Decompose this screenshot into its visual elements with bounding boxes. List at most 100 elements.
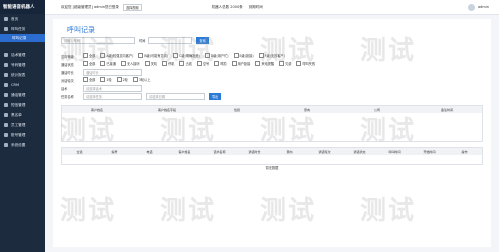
sidebar-item[interactable]: 黑名单	[0, 110, 45, 120]
watermark: 测试	[60, 36, 117, 66]
rounds-row: 对话轮次 全部 1轮 2轮 3轮以上	[61, 77, 155, 83]
avatar[interactable]	[468, 3, 476, 11]
nav-icon	[4, 73, 8, 77]
watermark: 测试	[160, 36, 217, 66]
sidebar-item[interactable]: 呼叫记录	[0, 34, 45, 42]
sidebar-item[interactable]: 系统设置	[0, 140, 45, 150]
time-label: 时间	[139, 39, 146, 43]
table-header-cell: 通话时长	[248, 149, 261, 154]
export-button[interactable]: 导出	[209, 93, 222, 100]
filter-option[interactable]: 1轮	[100, 77, 112, 82]
nav-icon	[4, 17, 8, 21]
task-label: 任务名称	[61, 95, 74, 99]
checkbox[interactable]	[144, 61, 150, 66]
watermark: 测试	[160, 196, 217, 226]
sidebar-item-label: 短信管理	[11, 102, 26, 107]
nav-icon	[4, 123, 8, 127]
sidebar-item[interactable]: 号码管理	[0, 60, 45, 70]
nav-icon	[4, 93, 8, 97]
task-select[interactable]: 请选择任务	[83, 93, 142, 100]
sidebar-item[interactable]: CRM	[0, 80, 45, 90]
user-area[interactable]: admin	[468, 3, 489, 11]
sidebar-item[interactable]	[0, 42, 45, 50]
speech-label: 话术	[61, 87, 68, 91]
duration-input[interactable]: 通话时长	[83, 69, 142, 76]
table-header-cell: 操作	[461, 149, 468, 154]
nav-icon	[4, 83, 8, 87]
robot-count: 机器人总数 2000条	[211, 4, 243, 9]
filter-option-label: 关机	[150, 62, 158, 66]
checkbox[interactable]	[116, 77, 122, 82]
table-header-cell: 电话	[146, 149, 153, 154]
checkbox[interactable]	[231, 61, 237, 66]
nav-icon	[4, 143, 8, 147]
checkbox[interactable]	[233, 53, 239, 58]
duration-label: 通话时长	[61, 71, 74, 75]
username: admin	[478, 5, 489, 9]
filter-option[interactable]: 3轮以上	[132, 77, 151, 82]
table-header-cell: 话术名称	[213, 149, 226, 154]
table-header-cell: 开始时间	[423, 149, 436, 154]
sidebar-item[interactable]: 统计报表	[0, 70, 45, 80]
table-header-cell: 呼叫时间	[388, 149, 401, 154]
filter-option[interactable]: 用户拒接	[231, 61, 250, 66]
nav-icon	[4, 113, 8, 117]
watermark: 测试	[260, 116, 317, 146]
sidebar-item[interactable]: 首页	[0, 14, 45, 24]
sidebar-item[interactable]: 话术管理	[0, 50, 45, 60]
watermark: 测试	[360, 196, 417, 226]
table-header-cell[interactable]: 全选	[62, 150, 97, 154]
table-header-cell: 编号	[111, 149, 118, 154]
table-header-cell: 通话状态	[353, 149, 366, 154]
app-logo: 智能语音机器人	[0, 0, 45, 14]
watermark: 测试	[60, 116, 117, 146]
filter-option[interactable]: 无人接听	[120, 61, 140, 66]
checkbox[interactable]	[83, 77, 88, 82]
sidebar-item[interactable]: 呼叫任务	[0, 24, 45, 34]
watermark: 测试	[360, 36, 417, 66]
sidebar-item[interactable]: 账号管理	[0, 130, 45, 140]
table-header-cell: 通话轮次	[318, 149, 331, 154]
greeting-text: 欢迎您 [超级管理员] admin您已登录	[61, 4, 119, 9]
checkbox[interactable]	[132, 77, 138, 82]
filter-option-label: 3轮以上	[138, 78, 151, 82]
sidebar-item-label: 呼叫记录	[12, 35, 27, 40]
filter-option[interactable]: 2轮	[116, 77, 128, 82]
sidebar-item-label: 号码管理	[11, 62, 26, 67]
speech-row: 话术 请选择话术	[61, 85, 146, 92]
filter-option[interactable]: E级(拒接)	[233, 53, 254, 58]
speech-select[interactable]: 请选择话术	[83, 85, 142, 92]
checkbox[interactable]	[120, 61, 126, 66]
records-table: 全选 编号 电话 客户姓名 话术名称 通话时长 意向 通话轮次 通话状态 呼叫时间 开始时间 操作	[61, 147, 483, 165]
filter-option-label: E级(拒接)	[239, 54, 254, 58]
filter-option[interactable]: 关机	[144, 61, 158, 66]
sidebar-item-label: 话术管理	[11, 52, 26, 57]
sidebar-item-label: 系统设置	[11, 142, 26, 147]
sidebar-item[interactable]: 短信管理	[0, 100, 45, 110]
sidebar-item-label: 呼叫任务	[11, 26, 26, 31]
filter-option[interactable]: 呼损	[214, 61, 227, 66]
filter-option-label: 全部	[89, 78, 96, 82]
filter-option-label: 无人接听	[126, 62, 140, 66]
checkbox[interactable]	[100, 77, 106, 82]
sidebar-item[interactable]: 员工管理	[0, 120, 45, 130]
sidebar-item-label: 账号管理	[11, 132, 26, 137]
sidebar-item-label: 通话管理	[11, 92, 26, 97]
filter-option-label: 1轮	[106, 78, 112, 82]
date-input[interactable]: 请选择日期	[146, 93, 205, 100]
sidebar-item[interactable]: 通话管理	[0, 90, 45, 100]
sidebar-item-label: 统计报表	[11, 72, 26, 77]
table-header-cell: 客户姓名	[178, 149, 191, 154]
column-header: 备注时间	[440, 107, 453, 112]
sidebar-item-label: 黑名单	[11, 112, 22, 117]
nav-icon	[4, 133, 8, 137]
table-header-cell: 意向	[286, 149, 293, 154]
switch-select[interactable]: 选择视频	[122, 3, 142, 11]
nav-icon	[4, 63, 8, 67]
sidebar-item-label: CRM	[11, 83, 20, 87]
nav-icon	[4, 103, 8, 107]
filter-option[interactable]: 全部	[83, 77, 95, 82]
watermark: 测试	[260, 36, 317, 66]
sidebar: 智能语音机器人 首页呼叫任务呼叫记录话术管理号码管理统计报表 CRM 通话管理短信管…	[0, 0, 45, 252]
checkbox[interactable]	[138, 53, 144, 58]
